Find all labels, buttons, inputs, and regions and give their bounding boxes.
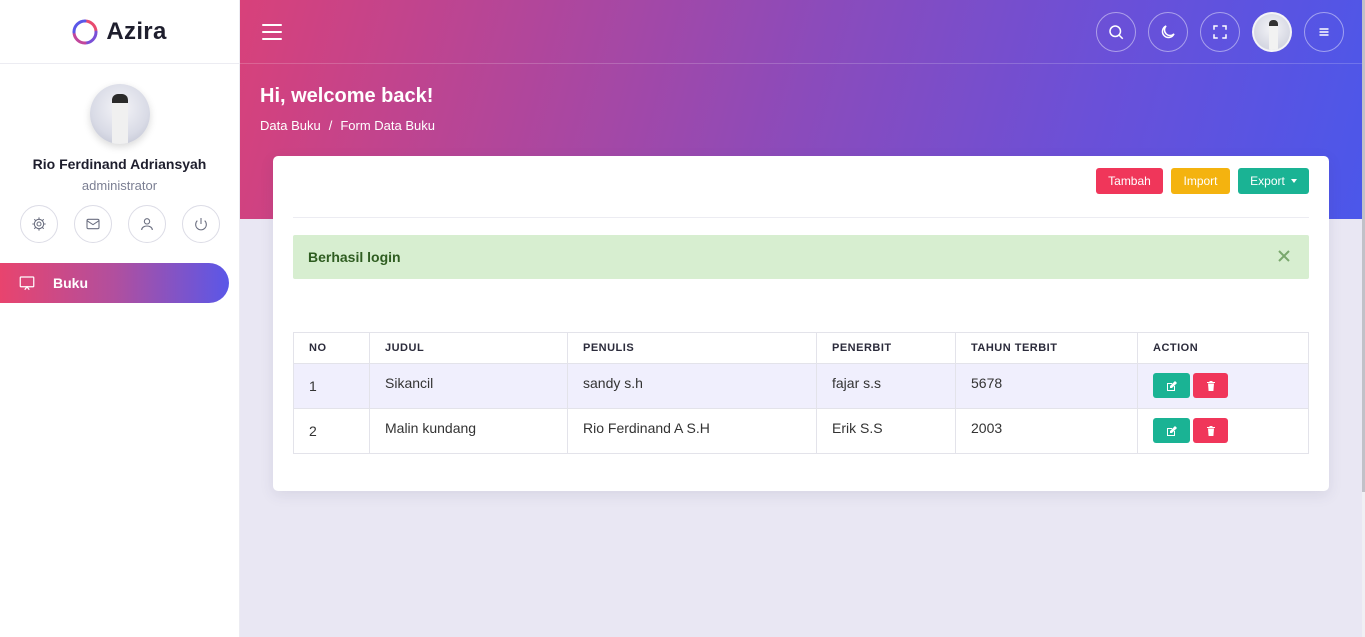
column-header-action: ACTION [1137, 332, 1309, 364]
cell-penerbit: Erik S.S [816, 408, 956, 454]
cell-tahun: 5678 [955, 363, 1138, 409]
breadcrumb: Data Buku / Form Data Buku [260, 118, 435, 133]
mail-button[interactable] [73, 205, 112, 243]
cell-action [1137, 408, 1309, 454]
close-icon [1278, 250, 1290, 262]
logout-button[interactable] [181, 205, 220, 243]
alert-close-button[interactable] [1277, 249, 1291, 263]
mail-icon [85, 218, 100, 230]
power-icon [194, 218, 207, 231]
topbar [240, 0, 1362, 64]
edit-button[interactable] [1153, 373, 1190, 398]
delete-button[interactable] [1193, 418, 1228, 443]
cell-penerbit: fajar s.s [816, 363, 956, 409]
sidebar-toggle-button[interactable] [262, 24, 282, 40]
export-label: Export [1250, 174, 1285, 188]
dark-mode-toggle[interactable] [1148, 12, 1188, 52]
cell-judul: Sikancil [369, 363, 568, 409]
breadcrumb-separator: / [328, 118, 333, 133]
data-card: Tambah Import Export Berhasil login NO J… [273, 156, 1329, 491]
card-toolbar: Tambah Import Export [1096, 168, 1309, 194]
brand[interactable]: Azira [0, 0, 239, 64]
topbar-actions [1096, 12, 1344, 52]
page-title: Hi, welcome back! [260, 85, 434, 107]
profile-button[interactable] [127, 205, 166, 243]
delete-button[interactable] [1193, 373, 1228, 398]
divider [293, 217, 1309, 218]
edit-icon [1166, 425, 1177, 436]
trash-icon [1206, 425, 1215, 436]
table-row: 2 Malin kundang Rio Ferdinand A S.H Erik… [293, 408, 1309, 454]
edit-button[interactable] [1153, 418, 1190, 443]
column-header-penulis: PENULIS [567, 332, 817, 364]
moon-icon [1161, 25, 1175, 39]
menu-icon [1319, 28, 1329, 36]
table-header-row: NO JUDUL PENULIS PENERBIT TAHUN TERBIT A… [293, 332, 1309, 364]
user-profile: Rio Ferdinand Adriansyah administrator [0, 64, 239, 243]
column-header-judul: JUDUL [369, 332, 568, 364]
azira-logo-icon [72, 19, 98, 44]
column-header-tahun-terbit: TAHUN TERBIT [955, 332, 1138, 364]
menu-button[interactable] [1304, 12, 1344, 52]
import-button[interactable]: Import [1171, 168, 1230, 194]
sidebar-item-label: Buku [53, 275, 88, 291]
user-name: Rio Ferdinand Adriansyah [32, 156, 207, 172]
sidebar: Azira Rio Ferdinand Adriansyah administr… [0, 0, 240, 637]
avatar[interactable] [89, 84, 150, 144]
breadcrumb-item-data-buku[interactable]: Data Buku [260, 118, 321, 133]
column-header-penerbit: PENERBIT [816, 332, 956, 364]
cell-no: 1 [293, 363, 370, 409]
edit-icon [1166, 380, 1177, 391]
add-button[interactable]: Tambah [1096, 168, 1163, 194]
table-row: 1 Sikancil sandy s.h fajar s.s 5678 [293, 363, 1309, 409]
cell-judul: Malin kundang [369, 408, 568, 454]
column-header-no: NO [293, 332, 370, 364]
search-button[interactable] [1096, 12, 1136, 52]
gear-icon [31, 217, 46, 231]
user-avatar-button[interactable] [1252, 12, 1292, 52]
cell-action [1137, 363, 1309, 409]
monitor-icon [19, 276, 35, 291]
fullscreen-button[interactable] [1200, 12, 1240, 52]
success-alert: Berhasil login [293, 235, 1309, 279]
fullscreen-icon [1213, 25, 1227, 39]
caret-down-icon [1290, 179, 1297, 183]
cell-no: 2 [293, 408, 370, 454]
sidebar-item-buku[interactable]: Buku [0, 263, 229, 303]
cell-penulis: sandy s.h [567, 363, 817, 409]
user-icon [140, 218, 153, 231]
settings-button[interactable] [19, 205, 58, 243]
profile-quick-actions [0, 205, 239, 243]
cell-penulis: Rio Ferdinand A S.H [567, 408, 817, 454]
breadcrumb-item-form-data-buku: Form Data Buku [340, 118, 435, 133]
brand-name: Azira [106, 17, 167, 45]
books-table: NO JUDUL PENULIS PENERBIT TAHUN TERBIT A… [293, 332, 1309, 454]
trash-icon [1206, 380, 1215, 391]
export-dropdown-button[interactable]: Export [1238, 168, 1309, 194]
user-role: administrator [81, 178, 158, 193]
alert-message: Berhasil login [308, 249, 401, 265]
cell-tahun: 2003 [955, 408, 1138, 454]
search-icon [1109, 25, 1124, 40]
